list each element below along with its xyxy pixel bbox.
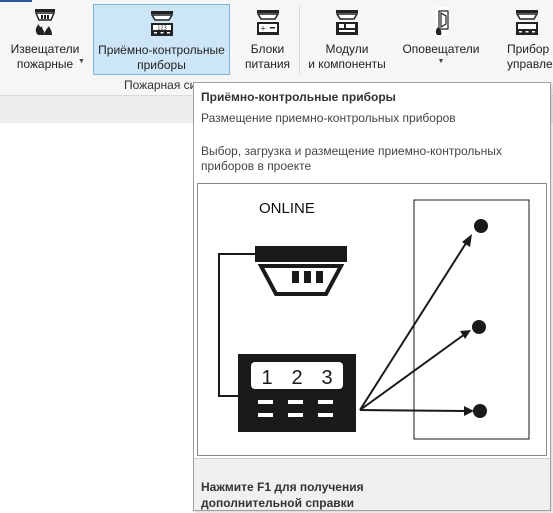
annunciators-label: Оповещатели bbox=[402, 42, 480, 56]
svg-text:3: 3 bbox=[321, 367, 332, 389]
svg-text:2: 2 bbox=[291, 367, 302, 389]
device-dot bbox=[473, 404, 487, 418]
svg-text:+: + bbox=[260, 25, 266, 33]
svg-text:123: 123 bbox=[157, 26, 167, 32]
ribbon-separator bbox=[299, 6, 300, 74]
power-supplies-button[interactable]: + Блоки питания bbox=[240, 4, 295, 75]
detector-body bbox=[257, 264, 345, 296]
command-tooltip: Приёмно-контрольные приборы Размещение п… bbox=[193, 82, 551, 511]
tooltip-illustration: ONLINE 1 2 3 bbox=[197, 183, 547, 456]
modules-label: Модули и компоненты bbox=[308, 42, 386, 71]
control-devices-label: Прибор управлен bbox=[507, 42, 553, 71]
control-device-icon bbox=[515, 10, 539, 35]
ribbon-accent-line bbox=[0, 0, 32, 2]
modules-icon bbox=[335, 10, 359, 35]
svg-text:1: 1 bbox=[261, 367, 272, 389]
chevron-down-icon: ▼ bbox=[437, 58, 445, 65]
tooltip-description: Выбор, загрузка и размещение приемно-кон… bbox=[201, 144, 502, 173]
tooltip-help-text: Нажмите F1 для получения дополнительной … bbox=[201, 480, 364, 510]
ribbon-group-label: Пожарная си bbox=[124, 78, 197, 92]
control-panel-icon: 123 bbox=[150, 11, 173, 36]
annunciators-button[interactable]: Оповещатели ▼ bbox=[396, 4, 486, 75]
online-label: ONLINE bbox=[259, 200, 315, 217]
power-supplies-label: Блоки питания bbox=[244, 42, 291, 71]
speaker-icon bbox=[435, 7, 449, 36]
control-panel-diagram: ONLINE 1 2 3 bbox=[218, 199, 530, 440]
tooltip-footer: Нажмите F1 для получения дополнительной … bbox=[194, 459, 550, 510]
modules-button[interactable]: Модули и компоненты bbox=[301, 4, 393, 75]
tooltip-subtitle: Размещение приемно-контрольных приборов bbox=[201, 111, 456, 125]
control-devices-button[interactable]: Прибор управлен bbox=[500, 4, 553, 75]
device-dot bbox=[472, 320, 486, 334]
fire-detectors-label: Извещатели пожарные bbox=[10, 42, 80, 71]
device-dot bbox=[474, 219, 488, 233]
tooltip-title: Приёмно-контрольные приборы bbox=[201, 90, 396, 104]
chevron-down-icon: ▼ bbox=[78, 58, 85, 65]
fire-detectors-button[interactable]: Извещатели пожарные ▼ bbox=[0, 4, 90, 75]
control-panels-button[interactable]: 123 Приёмно-контрольные приборы bbox=[93, 4, 230, 75]
detector-base bbox=[255, 246, 347, 262]
control-panels-label: Приёмно-контрольные приборы bbox=[98, 43, 225, 72]
power-supply-icon: + bbox=[256, 10, 279, 35]
fire-detector-icon bbox=[34, 9, 56, 35]
